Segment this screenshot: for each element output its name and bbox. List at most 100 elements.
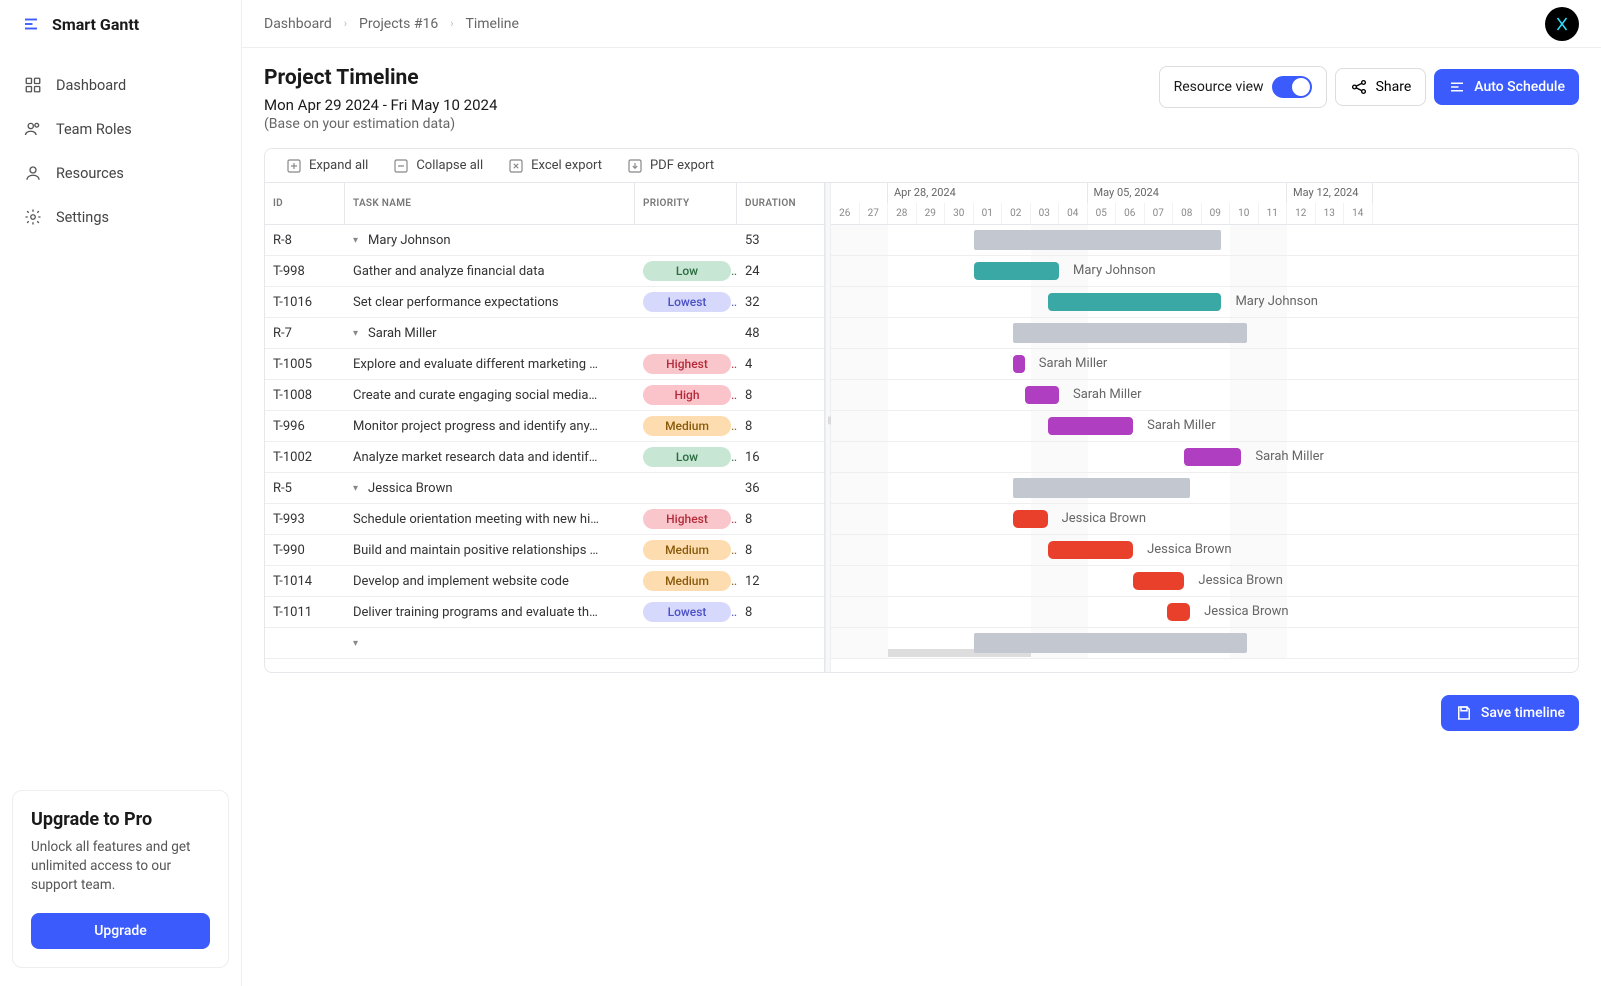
app-logo-icon[interactable] <box>1545 7 1579 41</box>
priority-badge: Highest <box>643 509 731 529</box>
week-header <box>831 183 888 203</box>
share-icon <box>1350 78 1368 96</box>
toggle-switch[interactable] <box>1272 76 1312 98</box>
cell-id: T-998 <box>265 264 345 279</box>
cell-name: ▾Jessica Brown <box>345 481 635 496</box>
day-header: 02 <box>1002 203 1031 224</box>
task-row[interactable]: T-998Gather and analyze financial dataLo… <box>265 256 824 287</box>
brand-title: Smart Gantt <box>52 15 139 34</box>
breadcrumb-timeline[interactable]: Timeline <box>466 16 519 32</box>
priority-badge: Medium <box>643 540 731 560</box>
auto-schedule-label: Auto Schedule <box>1474 79 1565 95</box>
save-label: Save timeline <box>1481 705 1565 721</box>
cell-duration: 36 <box>737 481 823 496</box>
group-bar[interactable] <box>974 230 1222 250</box>
expand-all-button[interactable]: Expand all <box>275 151 378 181</box>
task-bar[interactable]: Sarah Miller <box>1025 386 1059 404</box>
sidebar-item-team-roles[interactable]: Team Roles <box>16 110 225 148</box>
cell-duration: 4 <box>737 357 823 372</box>
breadcrumb-project[interactable]: Projects #16 <box>359 16 438 32</box>
task-row[interactable]: T-1011Deliver training programs and eval… <box>265 597 824 628</box>
col-id[interactable]: ID <box>265 183 345 224</box>
sidebar-item-label: Dashboard <box>56 77 126 94</box>
bar-assignee-label: Mary Johnson <box>1073 263 1156 278</box>
header-actions: Resource view Share Auto Schedule <box>1159 66 1579 108</box>
task-bar[interactable]: Sarah Miller <box>1013 355 1024 373</box>
task-row[interactable]: T-996Monitor project progress and identi… <box>265 411 824 442</box>
group-row[interactable]: R-8▾Mary Johnson53 <box>265 225 824 256</box>
resource-view-label: Resource view <box>1174 79 1264 95</box>
gantt-toolbar: Expand all Collapse all Excel export PDF… <box>265 149 1578 183</box>
save-timeline-button[interactable]: Save timeline <box>1441 695 1579 731</box>
chevron-down-icon[interactable]: ▾ <box>353 328 358 339</box>
timeline-row: Jessica Brown <box>831 504 1578 535</box>
task-bar[interactable]: Jessica Brown <box>1167 603 1190 621</box>
menu-icon[interactable] <box>22 15 40 33</box>
collapse-all-button[interactable]: Collapse all <box>382 151 493 181</box>
timeline-row <box>831 318 1578 349</box>
breadcrumb-dashboard[interactable]: Dashboard <box>264 16 332 32</box>
sidebar-item-settings[interactable]: Settings <box>16 198 225 236</box>
page-header: Project Timeline Mon Apr 29 2024 - Fri M… <box>242 48 1601 132</box>
sidebar-item-resources[interactable]: Resources <box>16 154 225 192</box>
task-row[interactable]: T-993Schedule orientation meeting with n… <box>265 504 824 535</box>
priority-badge: Medium <box>643 416 731 436</box>
cell-priority: Highest <box>635 354 737 374</box>
cell-duration: 8 <box>737 543 823 558</box>
upgrade-button[interactable]: Upgrade <box>31 913 210 949</box>
task-bar[interactable]: Jessica Brown <box>1133 572 1184 590</box>
resource-view-toggle[interactable]: Resource view <box>1159 66 1327 108</box>
task-grid: ID TASK NAME PRIORITY DURATION R-8▾Mary … <box>265 149 825 672</box>
upgrade-text: Unlock all features and get unlimited ac… <box>31 838 210 895</box>
share-button[interactable]: Share <box>1335 68 1427 106</box>
task-bar[interactable]: Sarah Miller <box>1184 448 1241 466</box>
excel-export-button[interactable]: Excel export <box>497 151 612 181</box>
sidebar-item-dashboard[interactable]: Dashboard <box>16 66 225 104</box>
cell-id: R-5 <box>265 481 345 496</box>
cell-duration: 53 <box>737 233 823 248</box>
task-bar[interactable]: Jessica Brown <box>1013 510 1047 528</box>
group-row[interactable]: R-7▾Sarah Miller48 <box>265 318 824 349</box>
cell-id: R-8 <box>265 233 345 248</box>
cell-priority: Low <box>635 261 737 281</box>
col-priority[interactable]: PRIORITY <box>635 183 737 224</box>
priority-badge: Lowest <box>643 292 731 312</box>
nav: Dashboard Team Roles Resources Settings <box>0 48 241 254</box>
cell-priority: Lowest <box>635 292 737 312</box>
timeline-row: Mary Johnson <box>831 256 1578 287</box>
cell-duration: 12 <box>737 574 823 589</box>
chevron-down-icon[interactable]: ▾ <box>353 483 358 494</box>
task-row[interactable]: T-1014Develop and implement website code… <box>265 566 824 597</box>
cell-priority: Medium <box>635 416 737 436</box>
task-row[interactable]: T-1002Analyze market research data and i… <box>265 442 824 473</box>
pdf-export-button[interactable]: PDF export <box>616 151 724 181</box>
chevron-down-icon[interactable]: ▾ <box>353 638 358 649</box>
priority-badge: High <box>643 385 731 405</box>
task-bar[interactable]: Mary Johnson <box>974 262 1060 280</box>
group-row[interactable]: ▾ <box>265 628 824 659</box>
timeline-row <box>831 628 1578 659</box>
group-bar[interactable] <box>1013 323 1247 343</box>
group-bar[interactable] <box>1013 478 1190 498</box>
cell-id: T-1016 <box>265 295 345 310</box>
auto-schedule-button[interactable]: Auto Schedule <box>1434 69 1579 105</box>
cell-priority: Low <box>635 447 737 467</box>
col-duration[interactable]: DURATION <box>737 183 823 224</box>
col-name[interactable]: TASK NAME <box>345 183 635 224</box>
task-bar[interactable]: Jessica Brown <box>1048 541 1134 559</box>
group-row[interactable]: R-5▾Jessica Brown 36 <box>265 473 824 504</box>
day-header: 30 <box>945 203 974 224</box>
priority-badge: Highest <box>643 354 731 374</box>
task-bar[interactable]: Mary Johnson <box>1048 293 1222 311</box>
task-row[interactable]: T-1008Create and curate engaging social … <box>265 380 824 411</box>
group-bar[interactable] <box>974 633 1248 653</box>
task-row[interactable]: T-1005Explore and evaluate different mar… <box>265 349 824 380</box>
day-header: 29 <box>917 203 946 224</box>
day-header: 10 <box>1230 203 1259 224</box>
task-bar[interactable]: Sarah Miller <box>1048 417 1134 435</box>
task-row[interactable]: T-990Build and maintain positive relatio… <box>265 535 824 566</box>
task-row[interactable]: T-1016Set clear performance expectations… <box>265 287 824 318</box>
chevron-down-icon[interactable]: ▾ <box>353 235 358 246</box>
timeline-row: Sarah Miller <box>831 442 1578 473</box>
cell-name: Create and curate engaging social media… <box>345 388 635 403</box>
